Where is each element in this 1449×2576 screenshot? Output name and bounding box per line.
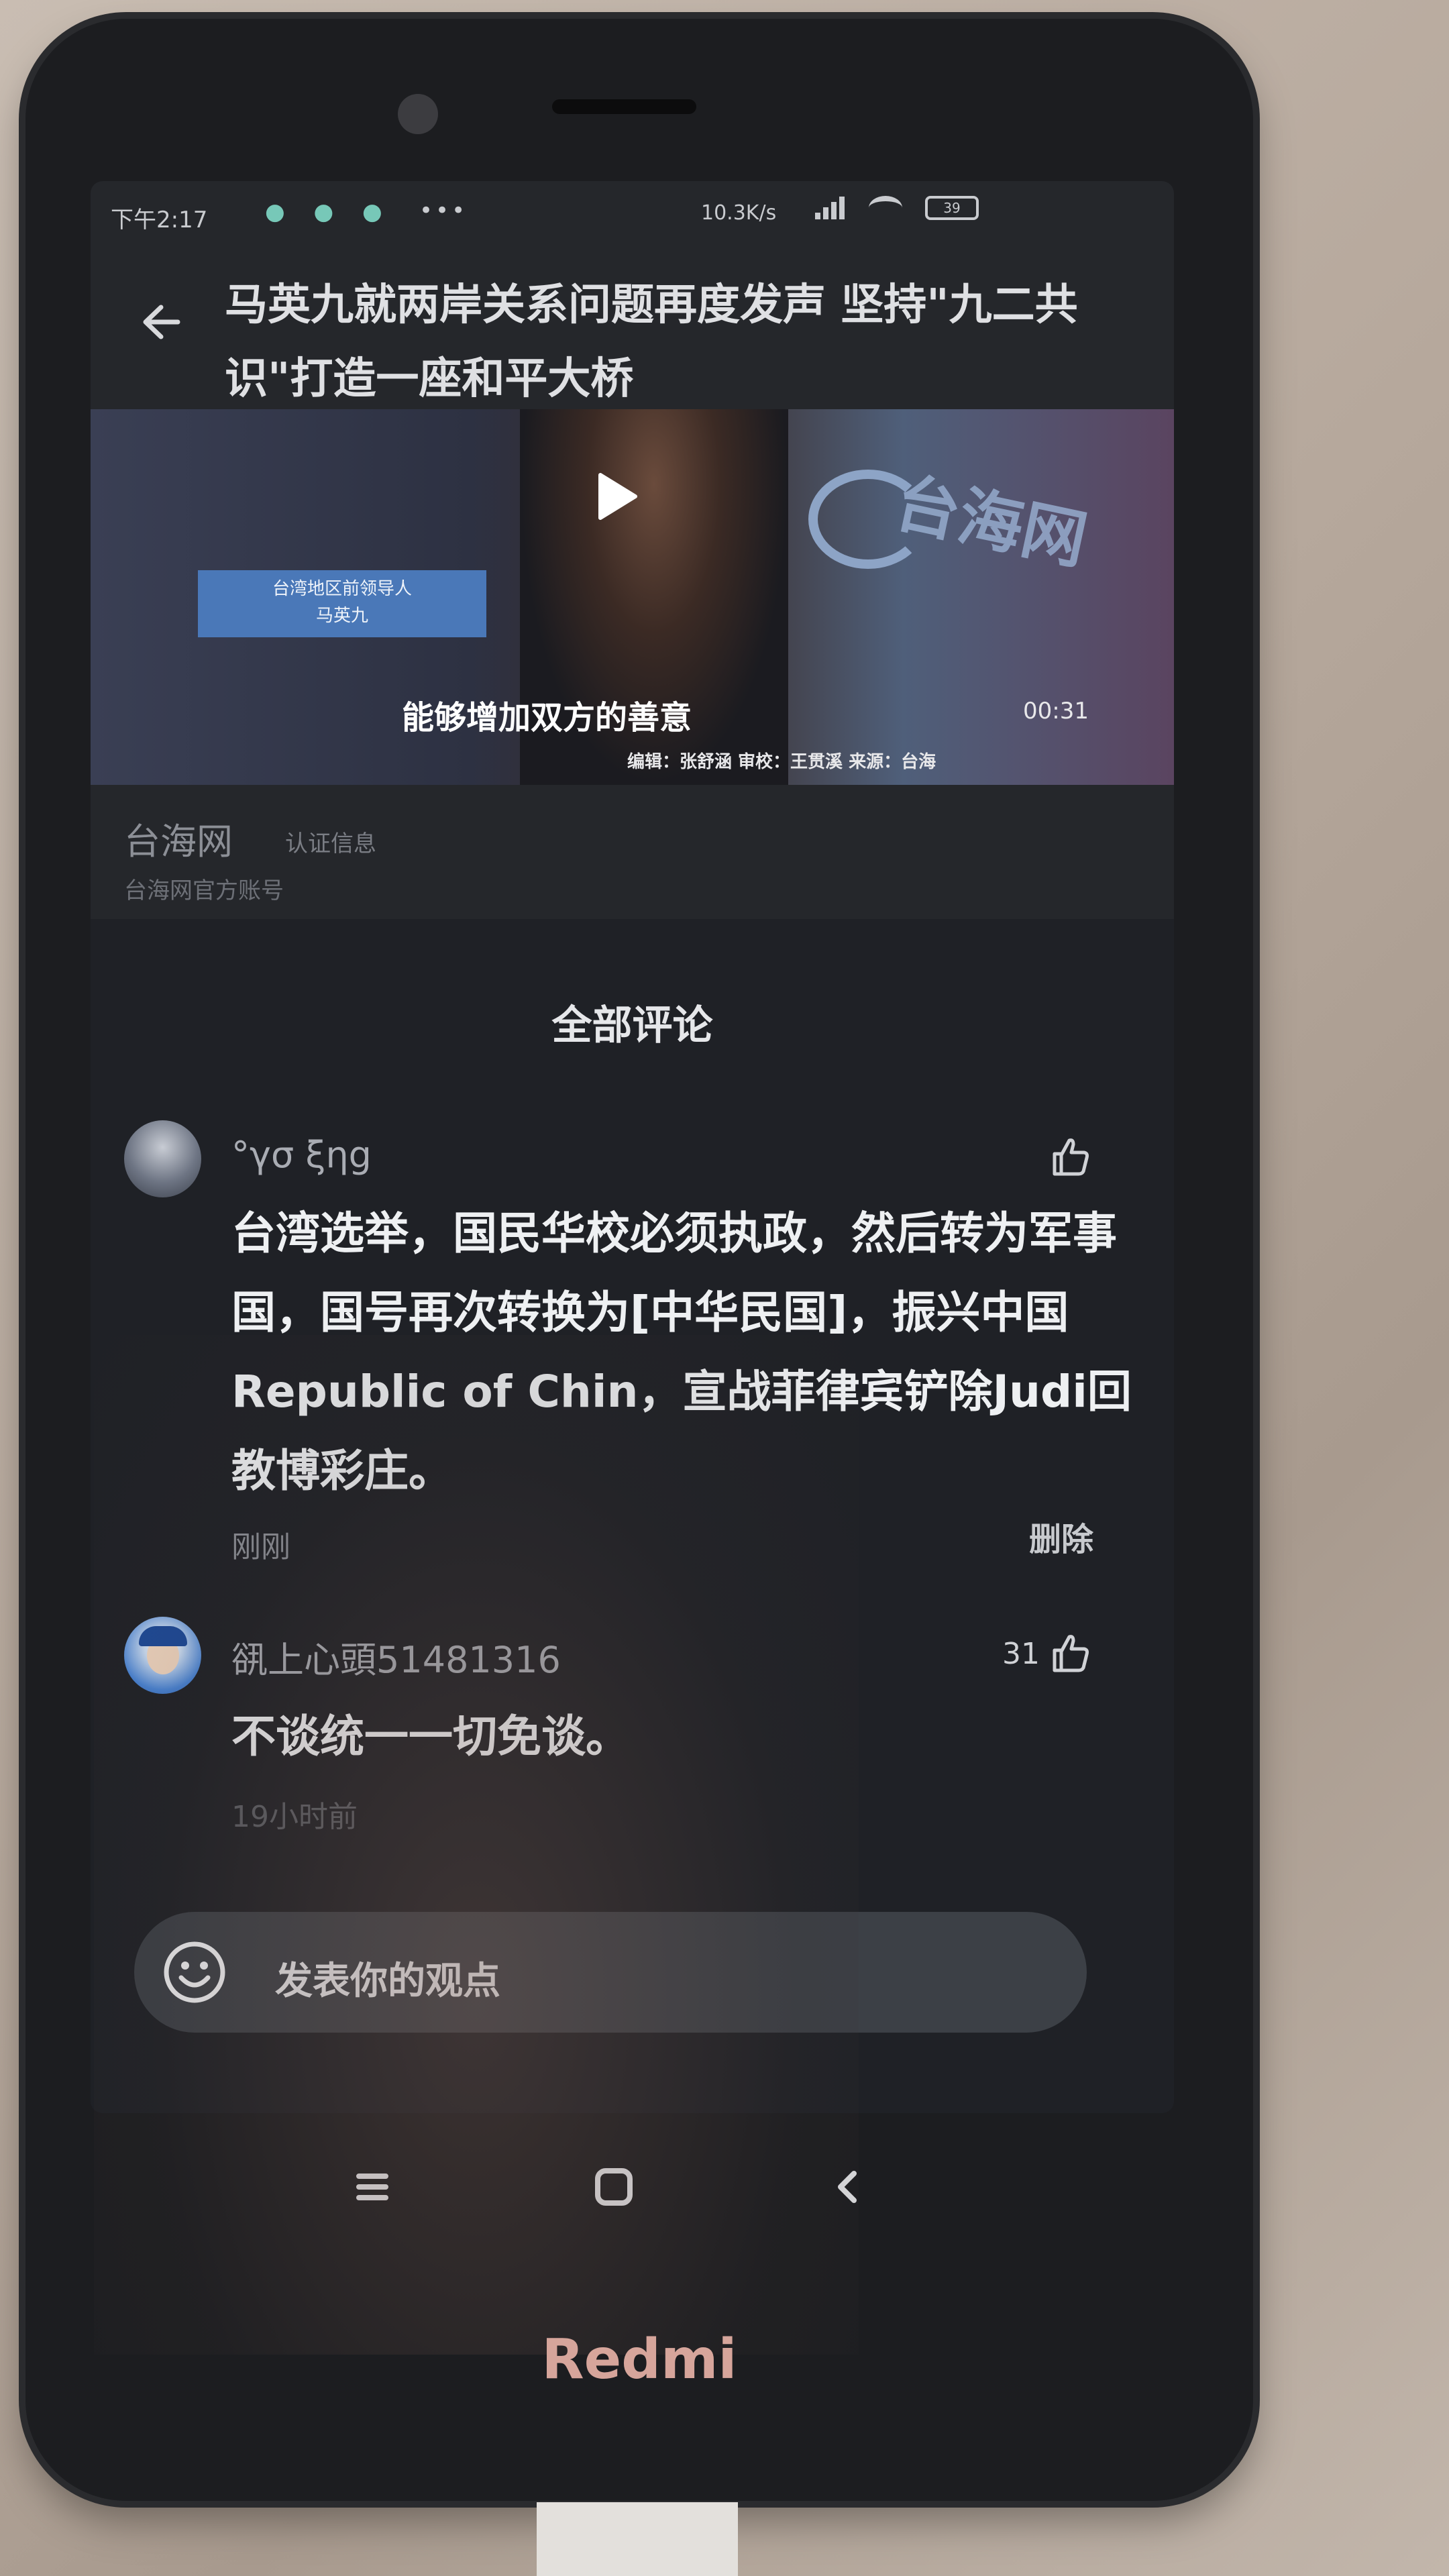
notification-dots: ● ● ● — [265, 199, 393, 225]
back-nav-button[interactable] — [808, 2147, 889, 2227]
back-button[interactable] — [131, 288, 198, 356]
status-bar: 下午2:17 ● ● ● ••• 10.3K/s 39 — [91, 181, 1174, 248]
earpiece-speaker — [552, 99, 696, 114]
delete-button[interactable]: 删除 — [1029, 1513, 1093, 1560]
comment-text: 不谈统一一切免谈。 — [231, 1711, 630, 1762]
video-subtitle: 能够增加双方的善意 — [401, 699, 692, 737]
video-logo: 台海网 — [888, 465, 1093, 579]
like-button[interactable]: 31 — [1002, 1630, 1093, 1677]
video-credits: 编辑：张舒涵 审校：王贯溪 来源：台海 — [627, 752, 936, 772]
phone-screen: 下午2:17 ● ● ● ••• 10.3K/s 39 马英九就两岸关系问题再度… — [91, 181, 1174, 2113]
comment-text: 台湾选举，国民华校必须执政，然后转为军事国，国号再次转换为[中华民国]，振兴中国… — [231, 1208, 1132, 1497]
comment-time: 刚刚 — [231, 1530, 290, 1564]
thumbs-up-icon — [1053, 1635, 1089, 1672]
account-description: 台海网官方账号 — [124, 877, 284, 904]
signal-icon — [815, 197, 846, 219]
avatar-cap — [139, 1626, 187, 1646]
lower-third-line1: 台湾地区前领导人 — [272, 579, 412, 599]
front-camera — [398, 94, 438, 134]
avatar[interactable] — [124, 1120, 201, 1197]
back-arrow-icon — [143, 305, 180, 339]
thumbs-up-icon — [1053, 1138, 1089, 1176]
comments-panel: 全部评论 °γσ ξηg 台湾选举，国民华校必须执政，然后转为军事国，国号再次转… — [91, 919, 1174, 2113]
wifi-icon — [869, 196, 902, 220]
comments-title: 全部评论 — [551, 1002, 713, 1049]
avatar[interactable] — [124, 1617, 201, 1694]
emoji-icon[interactable] — [161, 1939, 228, 2006]
video-lower-third: 台湾地区前领导人 马英九 — [198, 570, 486, 637]
comment-time: 19小时前 — [231, 1800, 358, 1834]
comment-item: °γσ ξηg 台湾选举，国民华校必须执政，然后转为军事国，国号再次转换为[中华… — [91, 1100, 1174, 1570]
account-name[interactable]: 台海网 — [124, 812, 233, 865]
battery-level: 39 — [943, 200, 961, 216]
account-verified-tag: 认证信息 — [285, 830, 376, 857]
article-header: 马英九就两岸关系问题再度发声 坚持"九二共识"打造一座和平大桥 — [91, 248, 1174, 404]
play-icon — [598, 473, 637, 520]
menu-button[interactable] — [332, 2147, 413, 2227]
play-button[interactable] — [580, 463, 647, 530]
system-navigation-bar — [91, 2106, 1174, 2274]
like-count: 31 — [1002, 1636, 1040, 1671]
more-notifications-icon: ••• — [419, 197, 468, 224]
comment-input[interactable]: 发表你的观点 — [134, 1912, 1087, 2033]
menu-icon — [356, 2174, 388, 2200]
battery-icon: 39 — [925, 196, 979, 220]
comment-username[interactable]: °γσ ξηg — [231, 1134, 372, 1176]
video-player[interactable]: 台海网 台湾地区前领导人 马英九 能够增加双方的善意 00:31 编辑：张舒涵 … — [91, 409, 1174, 785]
chevron-left-icon — [838, 2171, 857, 2203]
comment-username[interactable]: 谻上心頭51481316 — [231, 1630, 561, 1683]
status-time: 下午2:17 — [111, 207, 208, 233]
comment-item: 谻上心頭51481316 31 不谈统一一切免谈。 19小时前 — [91, 1617, 1174, 1845]
brand-logo: Redmi — [541, 2328, 737, 2392]
input-placeholder: 发表你的观点 — [275, 1960, 500, 2003]
lower-third-line2: 马英九 — [315, 606, 368, 626]
home-square-icon — [595, 2168, 633, 2206]
account-info[interactable]: 台海网 认证信息 台海网官方账号 — [91, 798, 1174, 904]
status-icons: 39 — [815, 196, 979, 220]
charging-cable — [537, 2502, 738, 2576]
article-title: 马英九就两岸关系问题再度发声 坚持"九二共识"打造一座和平大桥 — [225, 280, 1078, 404]
video-duration: 00:31 — [1023, 698, 1089, 724]
like-button[interactable] — [1046, 1134, 1093, 1181]
network-speed: 10.3K/s — [701, 201, 777, 225]
home-button[interactable] — [574, 2147, 654, 2227]
